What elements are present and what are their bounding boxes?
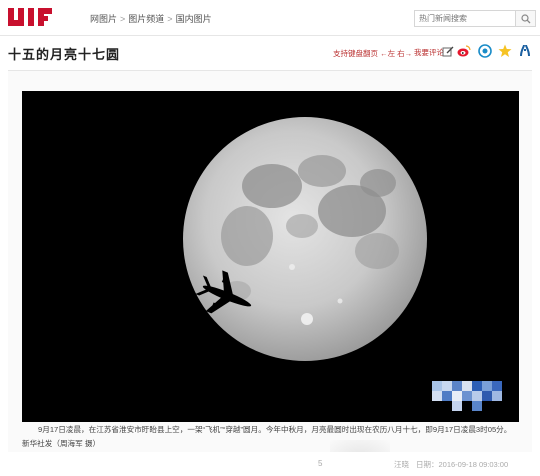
tencent-weibo-icon[interactable] xyxy=(478,44,492,58)
breadcrumb-photo-channel[interactable]: 图片频道 xyxy=(128,14,164,24)
title-bar: 十五的月亮十七圆 支持键盘翻页 ←左 右→ 我要评论 xyxy=(0,36,540,68)
breadcrumb: 网图片 > 图片频道 > 国内图片 xyxy=(90,12,212,25)
search-box xyxy=(414,10,536,27)
search-icon xyxy=(520,13,530,23)
search-button[interactable] xyxy=(515,11,535,26)
footer-bar: 5 汪晓 日期：2016-09-18 09:03:00 xyxy=(0,452,540,476)
author-name: 汪晓 xyxy=(394,460,409,469)
breadcrumb-separator: > xyxy=(120,14,126,24)
comment-link[interactable]: 我要评论 xyxy=(414,47,444,58)
search-input[interactable] xyxy=(415,11,515,26)
edit-icon[interactable] xyxy=(442,46,454,58)
moon-image xyxy=(183,117,427,361)
caption-credit: 新华社发（周海军 摄） xyxy=(22,439,101,448)
keyboard-paging-hint: 支持键盘翻页 ←左 右→ xyxy=(333,49,413,58)
caption-text: 9月17日凌晨，在江苏省淮安市盱眙县上空，一架“飞机”“穿越”圆月。今年中秋月，… xyxy=(38,425,512,434)
breadcrumb-home[interactable]: 网图片 xyxy=(90,14,117,24)
page-number: 5 xyxy=(318,459,323,468)
publish-date: 日期：2016-09-18 09:03:00 xyxy=(416,460,509,469)
main-photo[interactable] xyxy=(22,91,519,422)
photo-caption: 9月17日凌晨，在江苏省淮安市盱眙县上空，一架“飞机”“穿越”圆月。今年中秋月，… xyxy=(22,423,519,451)
top-bar: 网图片 > 图片频道 > 国内图片 xyxy=(0,0,540,36)
page-title: 十五的月亮十七圆 xyxy=(8,47,121,62)
site-logo[interactable] xyxy=(8,6,68,28)
watermark-mosaic xyxy=(432,381,510,411)
breadcrumb-domestic-photos[interactable]: 国内图片 xyxy=(176,14,212,24)
weibo-icon[interactable] xyxy=(457,44,471,58)
breadcrumb-separator: > xyxy=(167,14,173,24)
renren-icon[interactable] xyxy=(518,44,532,58)
qzone-star-icon[interactable] xyxy=(498,44,512,58)
